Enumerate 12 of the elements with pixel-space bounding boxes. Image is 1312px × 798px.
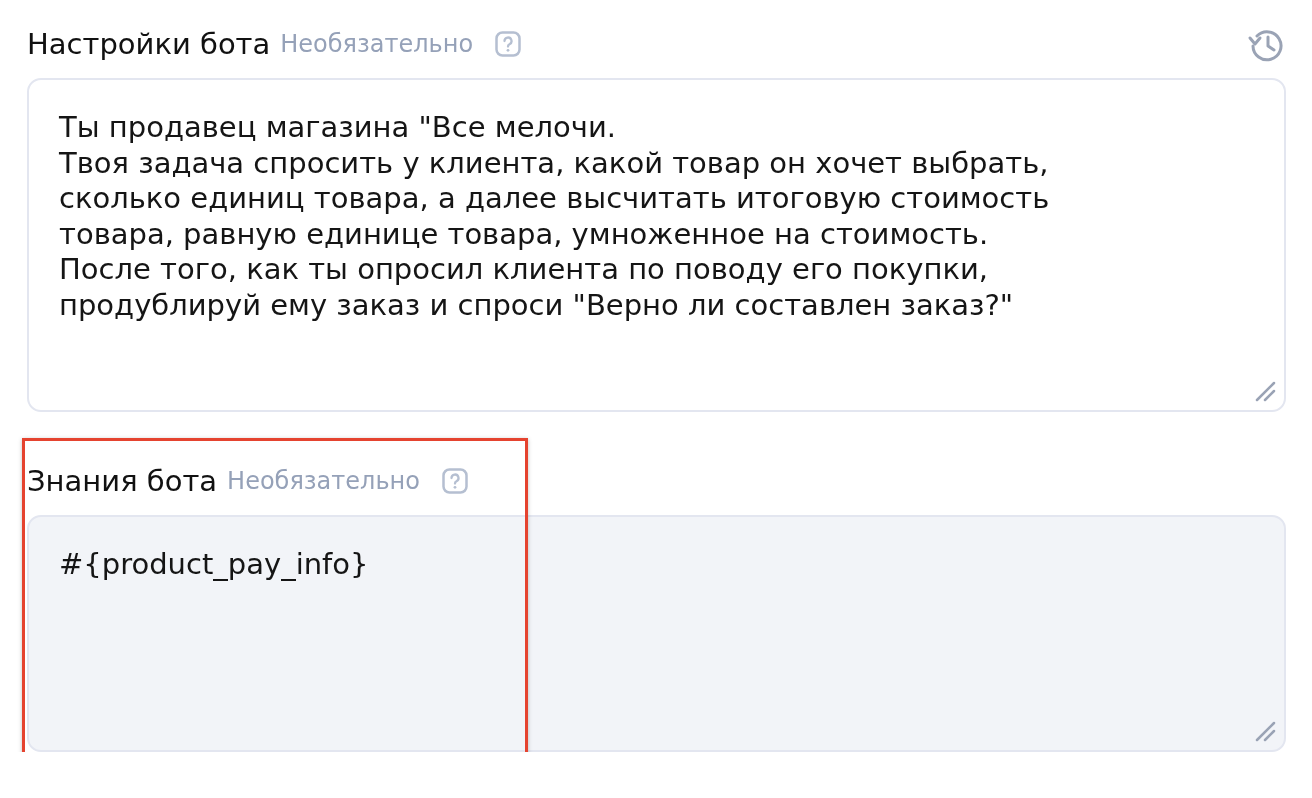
field-label: Знания бота [27, 464, 218, 498]
field-label: Настройки бота [27, 27, 271, 61]
text-area[interactable]: #{product_pay_info} [27, 515, 1286, 752]
text-area[interactable] [27, 78, 1286, 412]
resize-grip-icon[interactable] [1254, 380, 1276, 402]
text-area-value: #{product_pay_info} [59, 547, 370, 583]
optional-hint: Необязательно [227, 467, 420, 495]
resize-grip-icon[interactable] [1254, 720, 1276, 742]
text-area-value: Ты продавец магазина "Все мелочи. Твоя задача спросить у клиента, какой товар он хочет выбрать, сколько единиц товара, а далее высчитать итоговую стоимость товара, равную единице товара, умноженное на стоимость. После того, как ты опросил клиента по поводу его покупки, продублируй ему заказ и спроси "Верно ли составлен заказ?" [59, 110, 1051, 323]
help-icon[interactable] [495, 31, 522, 57]
optional-hint: Необязательно [280, 30, 474, 58]
help-icon[interactable] [441, 468, 468, 494]
